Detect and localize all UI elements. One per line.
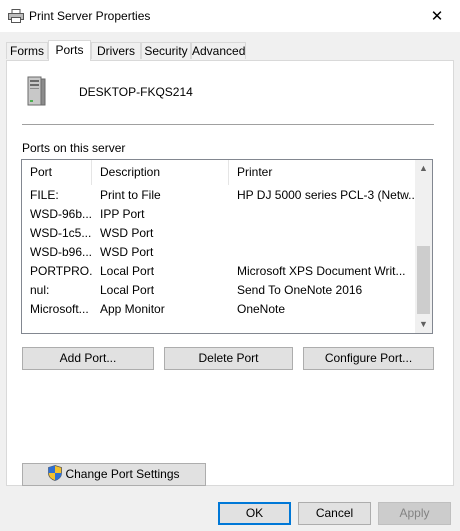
change-port-settings-label: Change Port Settings xyxy=(65,467,180,481)
port-cell: FILE: xyxy=(30,188,59,202)
separator xyxy=(22,124,434,125)
list-item[interactable]: WSD-b96... WSD Port xyxy=(22,243,417,262)
printer-cell: HP DJ 5000 series PCL-3 (Netw... xyxy=(237,188,417,202)
tab-advanced[interactable]: Advanced xyxy=(191,42,246,59)
list-item[interactable]: WSD-96b... IPP Port xyxy=(22,205,417,224)
tab-ports[interactable]: Ports xyxy=(48,40,91,61)
vertical-scrollbar[interactable]: ▲ ▼ xyxy=(415,160,432,333)
description-cell: IPP Port xyxy=(100,207,145,221)
description-cell: WSD Port xyxy=(100,245,154,259)
scroll-down-icon[interactable]: ▼ xyxy=(415,316,432,333)
column-header-printer[interactable]: Printer xyxy=(229,160,417,185)
description-cell: Local Port xyxy=(100,283,155,297)
column-header-description[interactable]: Description xyxy=(92,160,229,185)
printer-cell xyxy=(229,224,417,243)
scroll-up-icon[interactable]: ▲ xyxy=(415,160,432,177)
description-cell: Print to File xyxy=(100,188,161,202)
description-cell: WSD Port xyxy=(100,226,154,240)
server-name: DESKTOP-FKQS214 xyxy=(79,85,193,99)
column-header-port[interactable]: Port xyxy=(22,160,92,185)
ok-button[interactable]: OK xyxy=(218,502,291,525)
tab-forms[interactable]: Forms xyxy=(6,42,48,59)
ports-list[interactable]: Port Description Printer FILE: Print to … xyxy=(21,159,433,334)
title-bar: Print Server Properties ✕ xyxy=(0,0,460,32)
list-header: Port Description Printer xyxy=(22,160,417,185)
port-cell: WSD-1c5... xyxy=(30,226,92,240)
port-cell: PORTPRO... xyxy=(30,264,92,278)
configure-port-button[interactable]: Configure Port... xyxy=(303,347,434,370)
list-item[interactable]: WSD-1c5... WSD Port xyxy=(22,224,417,243)
printer-cell: OneNote xyxy=(237,302,286,316)
printer-cell xyxy=(229,205,417,224)
add-port-button[interactable]: Add Port... xyxy=(22,347,154,370)
ports-list-label: Ports on this server xyxy=(22,141,126,155)
printer-icon xyxy=(8,9,24,23)
printer-cell xyxy=(229,243,417,262)
computer-tower-icon xyxy=(27,76,46,106)
window-title: Print Server Properties xyxy=(29,9,151,23)
port-cell: nul: xyxy=(30,283,50,297)
port-cell: WSD-b96... xyxy=(30,245,92,259)
close-button[interactable]: ✕ xyxy=(414,0,460,32)
delete-port-button[interactable]: Delete Port xyxy=(164,347,293,370)
apply-button[interactable]: Apply xyxy=(378,502,451,525)
printer-cell: Microsoft XPS Document Writ... xyxy=(237,264,406,278)
printer-cell: Send To OneNote 2016 xyxy=(237,283,363,297)
cancel-button[interactable]: Cancel xyxy=(298,502,371,525)
scrollbar-thumb[interactable] xyxy=(417,246,430,314)
description-cell: Local Port xyxy=(100,264,155,278)
tab-security[interactable]: Security xyxy=(141,42,191,59)
tab-drivers[interactable]: Drivers xyxy=(91,42,141,59)
change-port-settings-button[interactable]: Change Port Settings xyxy=(22,463,206,486)
description-cell: App Monitor xyxy=(100,302,165,316)
list-item[interactable]: PORTPRO... Local Port Microsoft XPS Docu… xyxy=(22,262,417,281)
list-item[interactable]: FILE: Print to File HP DJ 5000 series PC… xyxy=(22,186,417,205)
port-cell: WSD-96b... xyxy=(30,207,92,221)
port-cell: Microsoft... xyxy=(30,302,89,316)
list-item[interactable]: Microsoft... App Monitor OneNote xyxy=(22,300,417,319)
list-item[interactable]: nul: Local Port Send To OneNote 2016 xyxy=(22,281,417,300)
uac-shield-icon xyxy=(48,465,63,482)
